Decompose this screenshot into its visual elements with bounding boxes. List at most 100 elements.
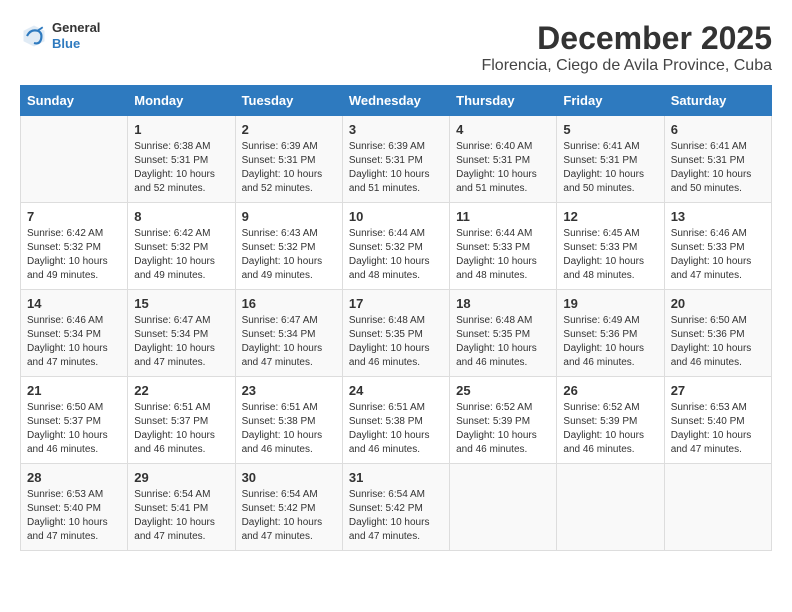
col-header-wednesday: Wednesday [342, 86, 449, 116]
day-info: Sunrise: 6:38 AMSunset: 5:31 PMDaylight:… [134, 140, 228, 196]
day-number: 21 [27, 383, 121, 398]
calendar-cell: 5 Sunrise: 6:41 AMSunset: 5:31 PMDaylight… [557, 116, 664, 203]
day-number: 25 [456, 383, 550, 398]
calendar-cell: 20Sunrise: 6:50 AMSunset: 5:36 PMDayligh… [664, 290, 771, 377]
day-info: Sunrise: 6:52 AMSunset: 5:39 PMDaylight:… [563, 401, 657, 457]
calendar-week-row: 14Sunrise: 6:46 AMSunset: 5:34 PMDayligh… [21, 290, 772, 377]
calendar-cell: 4 Sunrise: 6:40 AMSunset: 5:31 PMDaylight… [450, 116, 557, 203]
day-number: 1 [134, 122, 228, 137]
calendar-cell: 7 Sunrise: 6:42 AMSunset: 5:32 PMDaylight… [21, 203, 128, 290]
day-info: Sunrise: 6:41 AMSunset: 5:31 PMDaylight:… [671, 140, 765, 196]
calendar-cell: 14Sunrise: 6:46 AMSunset: 5:34 PMDayligh… [21, 290, 128, 377]
day-number: 9 [242, 209, 336, 224]
day-number: 24 [349, 383, 443, 398]
day-number: 3 [349, 122, 443, 137]
day-info: Sunrise: 6:47 AMSunset: 5:34 PMDaylight:… [134, 314, 228, 370]
day-number: 5 [563, 122, 657, 137]
logo-text: General Blue [52, 20, 100, 51]
title-block: December 2025 Florencia, Ciego de Avila … [481, 20, 772, 75]
day-number: 30 [242, 470, 336, 485]
day-number: 28 [27, 470, 121, 485]
calendar-cell: 6 Sunrise: 6:41 AMSunset: 5:31 PMDaylight… [664, 116, 771, 203]
day-info: Sunrise: 6:44 AMSunset: 5:32 PMDaylight:… [349, 227, 443, 283]
day-info: Sunrise: 6:51 AMSunset: 5:37 PMDaylight:… [134, 401, 228, 457]
calendar-cell: 31Sunrise: 6:54 AMSunset: 5:42 PMDayligh… [342, 464, 449, 551]
day-info: Sunrise: 6:45 AMSunset: 5:33 PMDaylight:… [563, 227, 657, 283]
day-number: 19 [563, 296, 657, 311]
logo-line1: General [52, 20, 100, 36]
day-info: Sunrise: 6:52 AMSunset: 5:39 PMDaylight:… [456, 401, 550, 457]
day-number: 17 [349, 296, 443, 311]
day-number: 4 [456, 122, 550, 137]
day-info: Sunrise: 6:40 AMSunset: 5:31 PMDaylight:… [456, 140, 550, 196]
calendar-cell: 13 Sunrise: 6:46 AMSunset: 5:33 PMDayligh… [664, 203, 771, 290]
calendar-cell: 10Sunrise: 6:44 AMSunset: 5:32 PMDayligh… [342, 203, 449, 290]
day-info: Sunrise: 6:54 AMSunset: 5:42 PMDaylight:… [242, 488, 336, 544]
calendar-cell: 1 Sunrise: 6:38 AMSunset: 5:31 PMDaylight… [128, 116, 235, 203]
day-number: 13 [671, 209, 765, 224]
day-number: 23 [242, 383, 336, 398]
day-number: 11 [456, 209, 550, 224]
calendar-week-row: 21 Sunrise: 6:50 AMSunset: 5:37 PMDayligh… [21, 377, 772, 464]
calendar-cell: 24 Sunrise: 6:51 AMSunset: 5:38 PMDayligh… [342, 377, 449, 464]
calendar-cell: 12 Sunrise: 6:45 AMSunset: 5:33 PMDayligh… [557, 203, 664, 290]
calendar-cell: 18Sunrise: 6:48 AMSunset: 5:35 PMDayligh… [450, 290, 557, 377]
calendar-table: SundayMondayTuesdayWednesdayThursdayFrid… [20, 85, 772, 551]
day-number: 12 [563, 209, 657, 224]
calendar-cell: 30 Sunrise: 6:54 AMSunset: 5:42 PMDayligh… [235, 464, 342, 551]
calendar-cell: 29Sunrise: 6:54 AMSunset: 5:41 PMDayligh… [128, 464, 235, 551]
day-info: Sunrise: 6:46 AMSunset: 5:33 PMDaylight:… [671, 227, 765, 283]
calendar-cell: 16Sunrise: 6:47 AMSunset: 5:34 PMDayligh… [235, 290, 342, 377]
calendar-header-row: SundayMondayTuesdayWednesdayThursdayFrid… [21, 86, 772, 116]
day-info: Sunrise: 6:49 AMSunset: 5:36 PMDaylight:… [563, 314, 657, 370]
day-number: 18 [456, 296, 550, 311]
calendar-cell: 3 Sunrise: 6:39 AMSunset: 5:31 PMDaylight… [342, 116, 449, 203]
calendar-cell [450, 464, 557, 551]
col-header-tuesday: Tuesday [235, 86, 342, 116]
day-info: Sunrise: 6:54 AMSunset: 5:42 PMDaylight:… [349, 488, 443, 544]
day-number: 15 [134, 296, 228, 311]
calendar-cell [557, 464, 664, 551]
day-number: 27 [671, 383, 765, 398]
calendar-cell: 15 Sunrise: 6:47 AMSunset: 5:34 PMDayligh… [128, 290, 235, 377]
day-info: Sunrise: 6:41 AMSunset: 5:31 PMDaylight:… [563, 140, 657, 196]
calendar-subtitle: Florencia, Ciego de Avila Province, Cuba [481, 57, 772, 75]
day-info: Sunrise: 6:50 AMSunset: 5:36 PMDaylight:… [671, 314, 765, 370]
day-info: Sunrise: 6:54 AMSunset: 5:41 PMDaylight:… [134, 488, 228, 544]
day-info: Sunrise: 6:51 AMSunset: 5:38 PMDaylight:… [242, 401, 336, 457]
calendar-cell: 8Sunrise: 6:42 AMSunset: 5:32 PMDaylight… [128, 203, 235, 290]
calendar-cell: 21 Sunrise: 6:50 AMSunset: 5:37 PMDayligh… [21, 377, 128, 464]
day-number: 16 [242, 296, 336, 311]
calendar-cell: 28 Sunrise: 6:53 AMSunset: 5:40 PMDayligh… [21, 464, 128, 551]
day-info: Sunrise: 6:43 AMSunset: 5:32 PMDaylight:… [242, 227, 336, 283]
col-header-saturday: Saturday [664, 86, 771, 116]
logo: General Blue [20, 20, 100, 51]
day-info: Sunrise: 6:44 AMSunset: 5:33 PMDaylight:… [456, 227, 550, 283]
calendar-cell: 19 Sunrise: 6:49 AMSunset: 5:36 PMDayligh… [557, 290, 664, 377]
day-number: 14 [27, 296, 121, 311]
calendar-cell: 25 Sunrise: 6:52 AMSunset: 5:39 PMDayligh… [450, 377, 557, 464]
day-info: Sunrise: 6:42 AMSunset: 5:32 PMDaylight:… [27, 227, 121, 283]
calendar-cell: 17 Sunrise: 6:48 AMSunset: 5:35 PMDayligh… [342, 290, 449, 377]
day-number: 2 [242, 122, 336, 137]
page-header: General Blue December 2025 Florencia, Ci… [20, 20, 772, 75]
day-number: 7 [27, 209, 121, 224]
calendar-cell: 22 Sunrise: 6:51 AMSunset: 5:37 PMDayligh… [128, 377, 235, 464]
calendar-cell [21, 116, 128, 203]
col-header-sunday: Sunday [21, 86, 128, 116]
calendar-cell: 2Sunrise: 6:39 AMSunset: 5:31 PMDaylight… [235, 116, 342, 203]
day-number: 26 [563, 383, 657, 398]
day-number: 22 [134, 383, 228, 398]
day-info: Sunrise: 6:48 AMSunset: 5:35 PMDaylight:… [349, 314, 443, 370]
calendar-cell: 26 Sunrise: 6:52 AMSunset: 5:39 PMDayligh… [557, 377, 664, 464]
day-info: Sunrise: 6:39 AMSunset: 5:31 PMDaylight:… [349, 140, 443, 196]
day-number: 8 [134, 209, 228, 224]
calendar-cell: 11 Sunrise: 6:44 AMSunset: 5:33 PMDayligh… [450, 203, 557, 290]
col-header-thursday: Thursday [450, 86, 557, 116]
day-info: Sunrise: 6:53 AMSunset: 5:40 PMDaylight:… [27, 488, 121, 544]
day-info: Sunrise: 6:50 AMSunset: 5:37 PMDaylight:… [27, 401, 121, 457]
day-number: 6 [671, 122, 765, 137]
day-info: Sunrise: 6:51 AMSunset: 5:38 PMDaylight:… [349, 401, 443, 457]
calendar-week-row: 7 Sunrise: 6:42 AMSunset: 5:32 PMDaylight… [21, 203, 772, 290]
calendar-cell [664, 464, 771, 551]
